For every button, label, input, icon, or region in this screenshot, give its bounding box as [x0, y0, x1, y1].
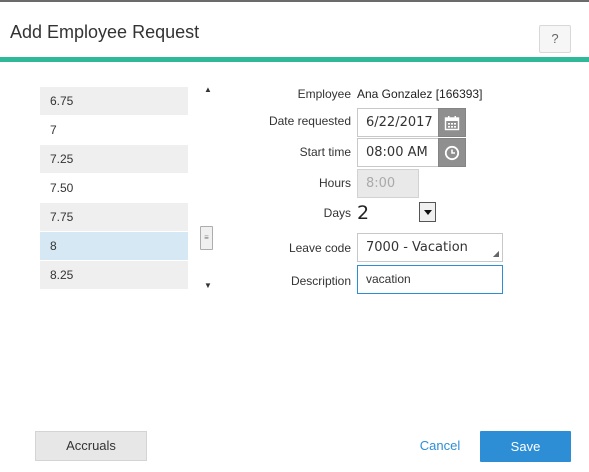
accruals-button[interactable]: Accruals: [35, 431, 147, 461]
start-time-label: Start time: [299, 145, 351, 159]
date-picker-button[interactable]: [438, 108, 466, 137]
leave-code-value: 7000 - Vacation: [366, 240, 468, 255]
time-picker-button[interactable]: [438, 138, 466, 167]
dialog-title: Add Employee Request: [10, 22, 200, 42]
description-label: Description: [290, 274, 351, 288]
resize-grip-icon: ◢: [492, 249, 499, 258]
cancel-button[interactable]: Cancel: [405, 433, 475, 459]
help-button[interactable]: ?: [539, 25, 571, 53]
list-item[interactable]: 7.75: [40, 203, 188, 232]
description-input[interactable]: vacation: [357, 265, 503, 294]
list-item[interactable]: 7.50: [40, 174, 188, 203]
clock-icon: [444, 145, 460, 160]
leave-code-label: Leave code: [288, 241, 351, 255]
window-top-border: [0, 0, 589, 2]
start-time-input[interactable]: 08:00 AM: [357, 138, 439, 167]
chevron-down-icon: [423, 209, 432, 215]
list-item[interactable]: 6.75: [40, 87, 188, 116]
hours-input: 8:00: [357, 169, 419, 198]
leave-code-select[interactable]: 7000 - Vacation ◢: [357, 233, 503, 262]
list-item[interactable]: 8.25: [40, 261, 188, 290]
save-button[interactable]: Save: [480, 431, 571, 462]
date-requested-input[interactable]: 6/22/2017: [357, 108, 439, 137]
date-requested-label: Date requested: [268, 114, 351, 128]
days-label: Days: [323, 206, 351, 220]
hours-list[interactable]: 6.75 7 7.25 7.50 7.75 8 8.25: [40, 87, 188, 292]
days-input[interactable]: 2: [357, 199, 419, 228]
employee-label: Employee: [297, 87, 351, 101]
list-item[interactable]: 7: [40, 116, 188, 145]
days-dropdown-button[interactable]: [419, 202, 436, 222]
list-item-selected[interactable]: 8: [40, 232, 188, 261]
calendar-icon: [444, 115, 460, 130]
employee-value: Ana Gonzalez [166393]: [357, 87, 483, 101]
header-accent-bar: [0, 57, 589, 62]
list-item[interactable]: 7.25: [40, 145, 188, 174]
hours-label: Hours: [318, 176, 351, 190]
